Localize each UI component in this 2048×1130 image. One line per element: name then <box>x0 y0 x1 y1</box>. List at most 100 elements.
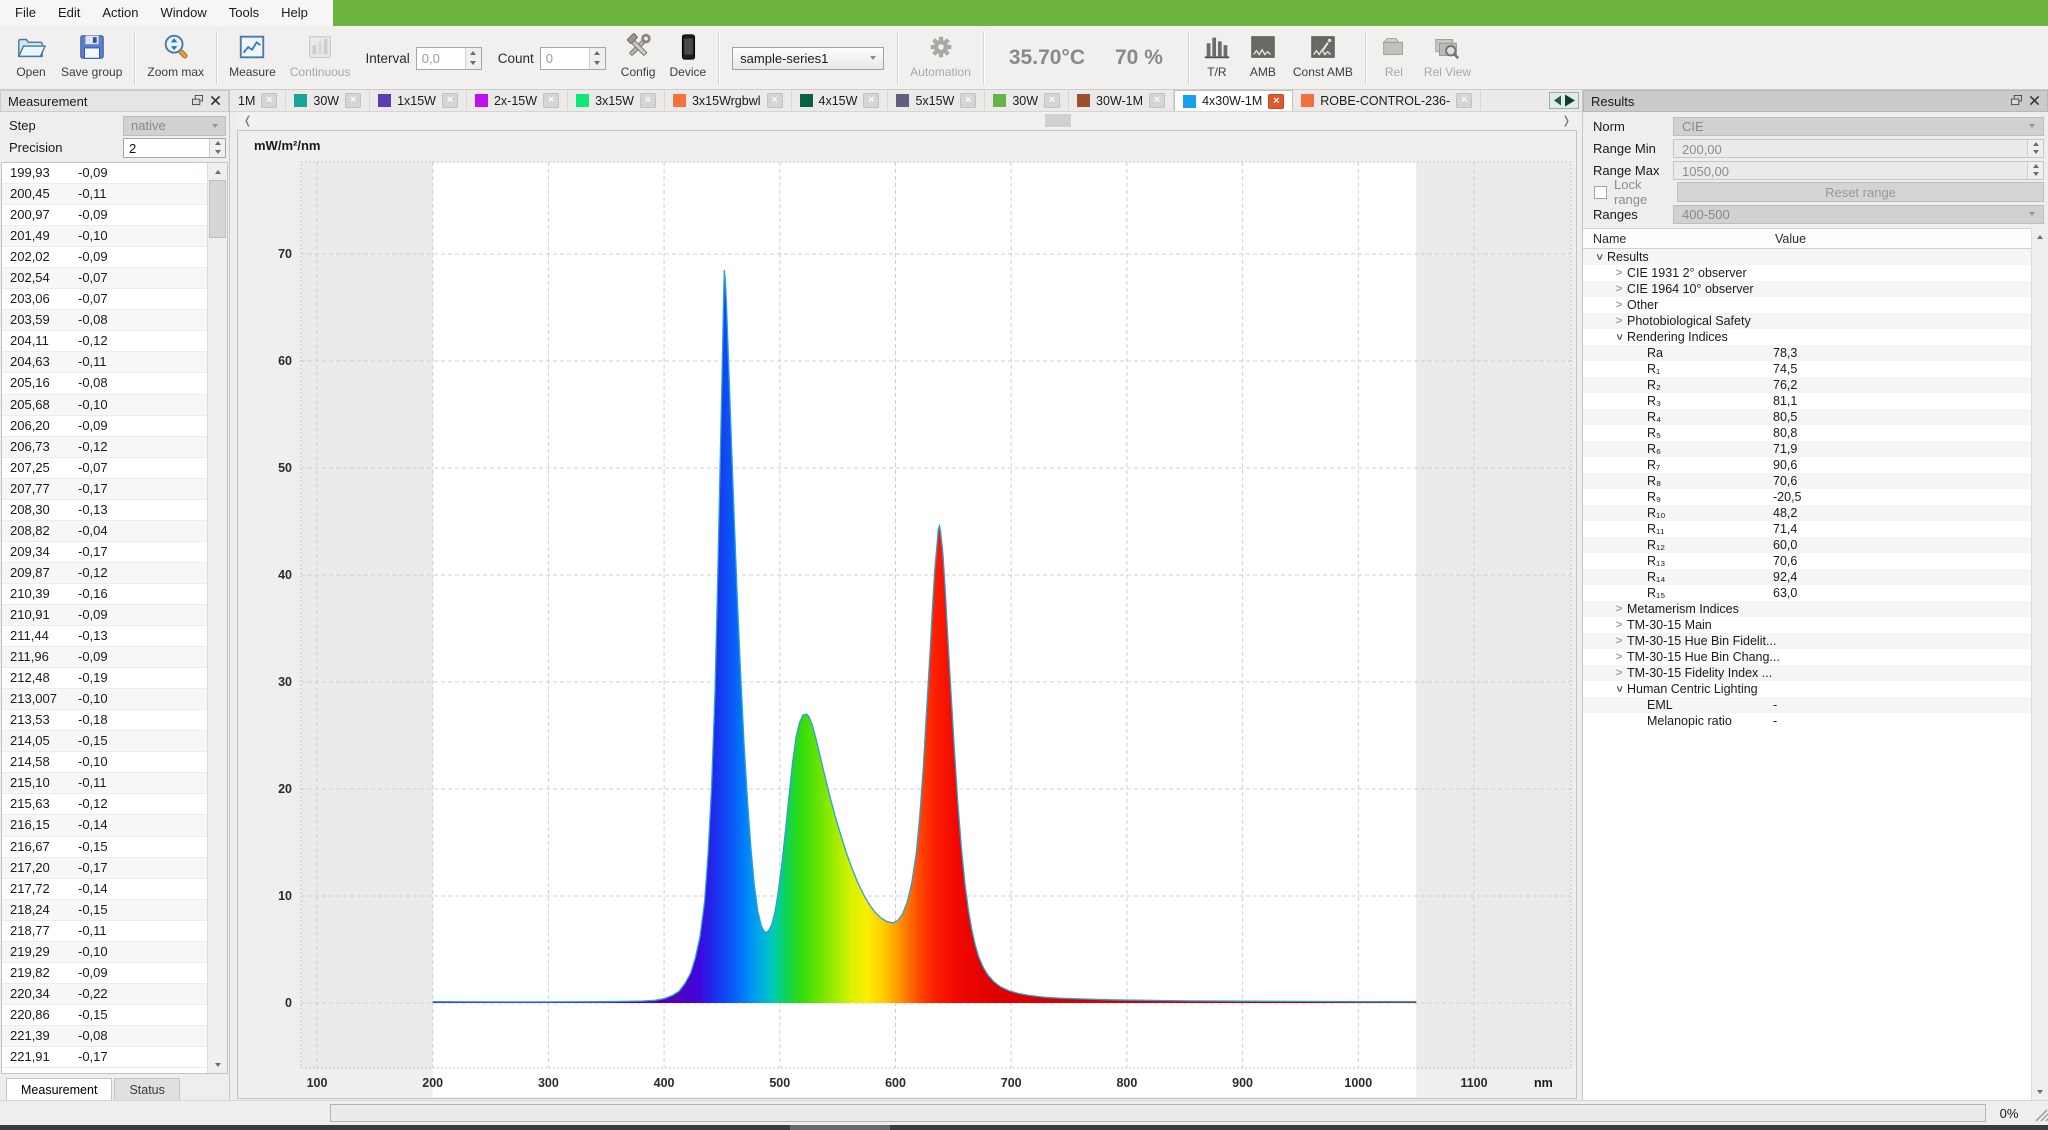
measurement-row[interactable]: 220,86-0,15 <box>2 1005 207 1026</box>
measurement-row[interactable]: 215,63-0,12 <box>2 794 207 815</box>
measurement-row[interactable]: 209,87-0,12 <box>2 563 207 584</box>
measurement-row[interactable]: 206,20-0,09 <box>2 416 207 437</box>
tab-close-button[interactable]: × <box>1268 94 1284 109</box>
tree-expander-icon[interactable]: > <box>1613 681 1625 697</box>
tree-row[interactable]: R₄80,5 <box>1583 409 2031 425</box>
tab-close-button[interactable]: × <box>1044 93 1060 108</box>
tree-expander-icon[interactable]: > <box>1611 651 1627 663</box>
measurement-row[interactable]: 206,73-0,12 <box>2 437 207 458</box>
measurement-row[interactable]: 219,82-0,09 <box>2 963 207 984</box>
document-tab[interactable]: 30W× <box>985 90 1069 111</box>
tab-close-button[interactable]: × <box>767 93 783 108</box>
close-panel-button[interactable] <box>210 94 221 109</box>
document-tab[interactable]: 30W-1M× <box>1069 90 1174 111</box>
menu-item-help[interactable]: Help <box>270 0 319 26</box>
interval-input[interactable]: 0,0 <box>416 47 482 70</box>
measurement-row[interactable]: 207,25-0,07 <box>2 458 207 479</box>
measurement-row[interactable]: 208,30-0,13 <box>2 500 207 521</box>
save-group-button[interactable]: Save group <box>54 27 129 89</box>
measurement-row[interactable]: 202,02-0,09 <box>2 247 207 268</box>
tree-row[interactable]: R₁₀48,2 <box>1583 505 2031 521</box>
measurement-row[interactable]: 210,91-0,09 <box>2 605 207 626</box>
tree-row[interactable]: EML- <box>1583 697 2031 713</box>
measurement-row[interactable]: 213,007-0,10 <box>2 689 207 710</box>
measurement-row[interactable]: 208,82-0,04 <box>2 521 207 542</box>
tab-close-button[interactable]: × <box>1149 93 1165 108</box>
tree-expander-icon[interactable]: > <box>1611 667 1627 679</box>
measurement-row[interactable]: 202,54-0,07 <box>2 268 207 289</box>
chart-horizontal-scrollbar[interactable]: ❬ ❭ <box>237 112 1577 129</box>
tree-expander-icon[interactable]: > <box>1611 635 1627 647</box>
tree-row[interactable]: R₅80,8 <box>1583 425 2031 441</box>
measurement-row[interactable]: 214,58-0,10 <box>2 752 207 773</box>
measurement-row[interactable]: 219,29-0,10 <box>2 942 207 963</box>
tree-row[interactable]: Melanopic ratio- <box>1583 713 2031 729</box>
measurement-row[interactable]: 217,20-0,17 <box>2 858 207 879</box>
tab-scroll-buttons[interactable] <box>1546 90 1582 111</box>
lock-range-checkbox[interactable] <box>1594 186 1607 199</box>
device-button[interactable]: Device <box>662 27 713 89</box>
count-spinner[interactable] <box>589 48 605 69</box>
measurement-row[interactable]: 204,63-0,11 <box>2 352 207 373</box>
measurement-row[interactable]: 200,45-0,11 <box>2 184 207 205</box>
document-tab[interactable]: 3x15Wrgbwl× <box>665 90 792 111</box>
measurement-row[interactable]: 204,11-0,12 <box>2 331 207 352</box>
tree-row[interactable]: R₇90,6 <box>1583 457 2031 473</box>
tree-row[interactable]: R₁74,5 <box>1583 361 2031 377</box>
scroll-left-icon[interactable]: ❬ <box>243 114 252 127</box>
measurement-row[interactable]: 216,15-0,14 <box>2 815 207 836</box>
tree-expander-icon[interactable]: > <box>1611 619 1627 631</box>
menu-item-edit[interactable]: Edit <box>47 0 91 26</box>
document-tab[interactable]: 30W× <box>286 90 370 111</box>
tab-close-button[interactable]: × <box>1456 93 1472 108</box>
tree-row[interactable]: >CIE 1931 2° observer <box>1583 265 2031 281</box>
tree-row[interactable]: >CIE 1964 10° observer <box>1583 281 2031 297</box>
tab-measurement[interactable]: Measurement <box>6 1078 112 1100</box>
amb-button[interactable]: AMB <box>1240 27 1286 89</box>
tree-expander-icon[interactable]: > <box>1611 283 1627 295</box>
tree-row[interactable]: R₁₅63,0 <box>1583 585 2031 601</box>
document-tab[interactable]: ROBE-CONTROL-236-× <box>1293 90 1481 111</box>
sample-series-combobox[interactable]: sample-series1 <box>732 47 884 70</box>
tree-expander-icon[interactable]: > <box>1611 299 1627 311</box>
config-button[interactable]: Config <box>614 27 663 89</box>
measurement-row[interactable]: 211,44-0,13 <box>2 626 207 647</box>
tree-row[interactable]: >Other <box>1583 297 2031 313</box>
tree-row[interactable]: R₁₃70,6 <box>1583 553 2031 569</box>
tree-row[interactable]: >TM-30-15 Hue Bin Fidelit... <box>1583 633 2031 649</box>
menu-item-file[interactable]: File <box>4 0 47 26</box>
resize-grip[interactable] <box>2032 1104 2048 1122</box>
count-input[interactable]: 0 <box>540 47 606 70</box>
scrollbar-track[interactable] <box>2032 245 2048 1083</box>
document-tab[interactable]: 1M× <box>230 90 286 111</box>
tree-expander-icon[interactable]: > <box>1613 329 1625 345</box>
document-tab[interactable]: 5x15W× <box>888 90 985 111</box>
scroll-right-icon[interactable]: ❭ <box>1562 114 1571 127</box>
results-scrollbar[interactable] <box>2031 228 2048 1100</box>
tab-close-button[interactable]: × <box>640 93 656 108</box>
float-panel-button[interactable] <box>2011 94 2022 109</box>
tree-row[interactable]: R₁₂60,0 <box>1583 537 2031 553</box>
scroll-down-button[interactable] <box>208 1056 227 1073</box>
scroll-down-button[interactable] <box>2032 1083 2048 1100</box>
tab-close-button[interactable]: × <box>261 93 277 108</box>
document-tab[interactable]: 4x15W× <box>792 90 889 111</box>
measurement-row[interactable]: 207,77-0,17 <box>2 479 207 500</box>
measurement-row[interactable]: 212,48-0,19 <box>2 668 207 689</box>
precision-spinner[interactable] <box>209 139 225 157</box>
float-panel-button[interactable] <box>192 94 203 109</box>
measurement-table-scrollbar[interactable] <box>207 163 227 1073</box>
measurement-row[interactable]: 210,39-0,16 <box>2 584 207 605</box>
tab-close-button[interactable]: × <box>863 93 879 108</box>
measurement-row[interactable]: 205,16-0,08 <box>2 373 207 394</box>
tree-row[interactable]: R₃81,1 <box>1583 393 2031 409</box>
document-tab[interactable]: 2x-15W× <box>467 90 568 111</box>
measurement-row[interactable]: 200,97-0,09 <box>2 205 207 226</box>
tree-row[interactable]: >Photobiological Safety <box>1583 313 2031 329</box>
tree-row[interactable]: >TM-30-15 Hue Bin Chang... <box>1583 649 2031 665</box>
measurement-row[interactable]: 209,34-0,17 <box>2 542 207 563</box>
measurement-row[interactable]: 213,53-0,18 <box>2 710 207 731</box>
tab-close-button[interactable]: × <box>345 93 361 108</box>
const-amb-button[interactable]: Const AMB <box>1286 27 1360 89</box>
measurement-row[interactable]: 199,93-0,09 <box>2 163 207 184</box>
